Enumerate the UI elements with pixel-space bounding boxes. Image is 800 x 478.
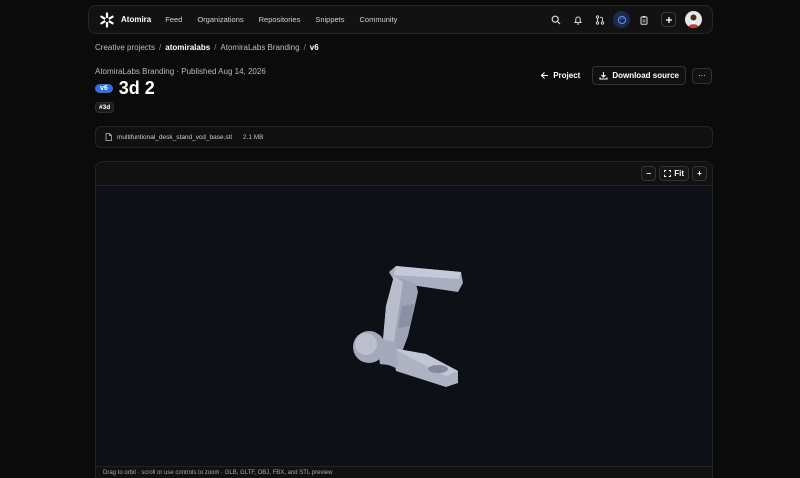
zoom-in-button[interactable]: + — [692, 166, 707, 181]
arrow-left-icon — [540, 72, 549, 79]
nav-actions — [547, 11, 702, 28]
file-name: multifuntional_desk_stand_vcd_base.stl — [117, 133, 232, 141]
bell-icon[interactable] — [569, 11, 586, 28]
fit-button[interactable]: Fit — [659, 166, 689, 181]
file-info-row: multifuntional_desk_stand_vcd_base.stl 2… — [95, 126, 713, 148]
breadcrumb-separator: / — [214, 43, 217, 52]
breadcrumb-separator: / — [159, 43, 162, 52]
breadcrumb: Creative projects / atomiralabs / Atomir… — [95, 43, 319, 52]
clipboard-icon[interactable] — [635, 11, 652, 28]
title-row: v6 3d 2 — [95, 78, 155, 99]
breadcrumb-separator: / — [303, 43, 306, 52]
nav-link-feed[interactable]: Feed — [165, 15, 182, 24]
avatar[interactable] — [685, 11, 702, 28]
palette-icon[interactable] — [613, 11, 630, 28]
zoom-out-button[interactable]: − — [641, 166, 657, 181]
tag-chip[interactable]: #3d — [95, 102, 115, 113]
back-to-project-button[interactable]: Project — [534, 68, 586, 83]
breadcrumb-root[interactable]: Creative projects — [95, 43, 155, 52]
pull-request-icon[interactable] — [591, 11, 608, 28]
version-badge: v6 — [95, 84, 113, 93]
file-size: 2.1 MB — [242, 133, 264, 141]
download-icon — [599, 72, 608, 80]
nav-link-snippets[interactable]: Snippets — [315, 15, 344, 24]
download-source-label: Download source — [612, 71, 679, 80]
more-options-button[interactable]: ··· — [692, 67, 712, 84]
breadcrumb-org[interactable]: atomiralabs — [165, 43, 210, 52]
breadcrumb-version: v6 — [309, 43, 319, 52]
3d-canvas[interactable] — [96, 186, 713, 468]
nav-link-repositories[interactable]: Repositories — [259, 15, 301, 24]
page-title: 3d 2 — [118, 78, 155, 98]
nav-link-organizations[interactable]: Organizations — [197, 15, 243, 24]
brand[interactable]: Atomira — [99, 11, 152, 28]
desk-stand-model — [353, 266, 463, 387]
back-to-project-label: Project — [553, 71, 581, 80]
plus-icon[interactable] — [661, 12, 676, 27]
header-actions: Project Download source ··· — [534, 66, 712, 85]
brand-name: Atomira — [121, 15, 152, 24]
publish-meta: AtomiraLabs Branding · Published Aug 14,… — [95, 67, 266, 76]
breadcrumb-project[interactable]: AtomiraLabs Branding — [220, 43, 299, 52]
viewer-hint: Drag to orbit · scroll or use controls t… — [96, 466, 712, 478]
fit-screen-icon — [664, 170, 672, 177]
download-source-button[interactable]: Download source — [592, 66, 686, 85]
viewer-toolbar: − Fit + — [96, 162, 712, 186]
nav-link-community[interactable]: Community — [360, 15, 398, 24]
top-navbar: Atomira Feed Organizations Repositories … — [88, 5, 713, 34]
atomira-logo-icon — [99, 11, 115, 28]
nav-links: Feed Organizations Repositories Snippets… — [165, 15, 397, 24]
search-icon[interactable] — [547, 11, 564, 28]
fit-label: Fit — [674, 169, 684, 178]
model-viewer: − Fit + Drag to orbit · scroll or use co… — [95, 161, 713, 478]
file-icon — [105, 133, 112, 141]
